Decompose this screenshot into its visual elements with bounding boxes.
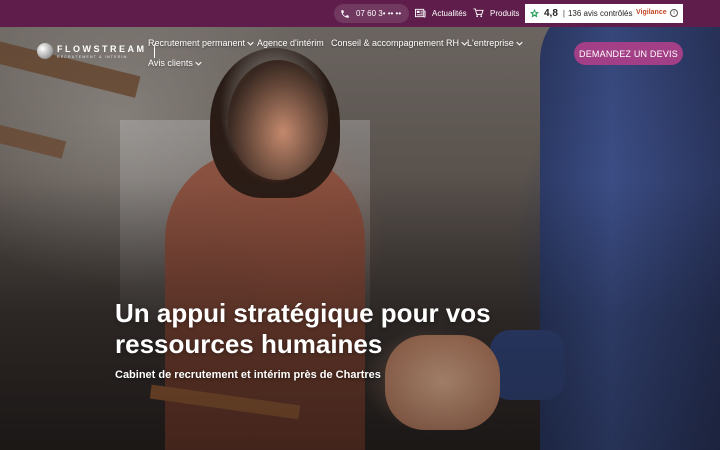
news-link-label: Actualités [432,8,467,18]
rating-provider: Vigilance [636,9,667,16]
top-bar: 07 60 3• •• •• Actualités Produits 4,8 |… [0,0,720,27]
nav-item-recrutement-permanent[interactable]: Recrutement permanent [148,38,254,48]
hero-subtitle: Cabinet de recrutement et intérim près d… [115,369,381,381]
hero-title: Un appui stratégique pour vos ressources… [115,298,491,359]
chevron-down-icon [195,61,202,66]
nav-item-entreprise[interactable]: L'entreprise [467,38,523,48]
phone-icon [341,9,349,18]
brand-name: FLOWSTREAM [57,43,147,54]
brand-logo[interactable]: FLOWSTREAM RECRUTEMENT & INTERIM [37,43,155,59]
rating-score: 4,8 [544,8,558,19]
brand-tagline: RECRUTEMENT & INTERIM [57,54,128,59]
star-icon [529,8,540,18]
news-link[interactable]: Actualités [415,8,467,18]
newspaper-icon [415,8,426,18]
nav-item-label: Agence d'intérim [257,38,324,48]
nav-item-label: Recrutement permanent [148,38,246,48]
nav-item-label: L'entreprise [467,38,514,48]
nav-item-agence-interim[interactable]: Agence d'intérim [257,38,324,48]
phone-number: 07 60 3• •• •• [356,9,402,18]
request-quote-button[interactable]: DEMANDEZ UN DEVIS [574,42,683,65]
nav-item-avis-clients[interactable]: Avis clients [148,58,202,68]
rating-count: 136 avis contrôlés [567,9,633,18]
rating-separator: | [562,9,565,18]
nav-item-label: Conseil & accompagnement RH [331,38,460,48]
chevron-down-icon [247,41,254,46]
rating-widget[interactable]: 4,8 | 136 avis contrôlés Vigilance i [525,4,683,23]
logo-mark-icon [37,43,53,59]
products-link-label: Produits [490,8,520,18]
chevron-down-icon [516,41,523,46]
nav-item-label: Avis clients [148,58,193,68]
products-link[interactable]: Produits [473,8,519,18]
cart-icon [473,8,484,18]
phone-link[interactable]: 07 60 3• •• •• [334,4,410,23]
nav-item-conseil-rh[interactable]: Conseil & accompagnement RH [331,38,468,48]
hero-background-image [0,0,720,450]
info-icon[interactable]: i [670,9,678,17]
